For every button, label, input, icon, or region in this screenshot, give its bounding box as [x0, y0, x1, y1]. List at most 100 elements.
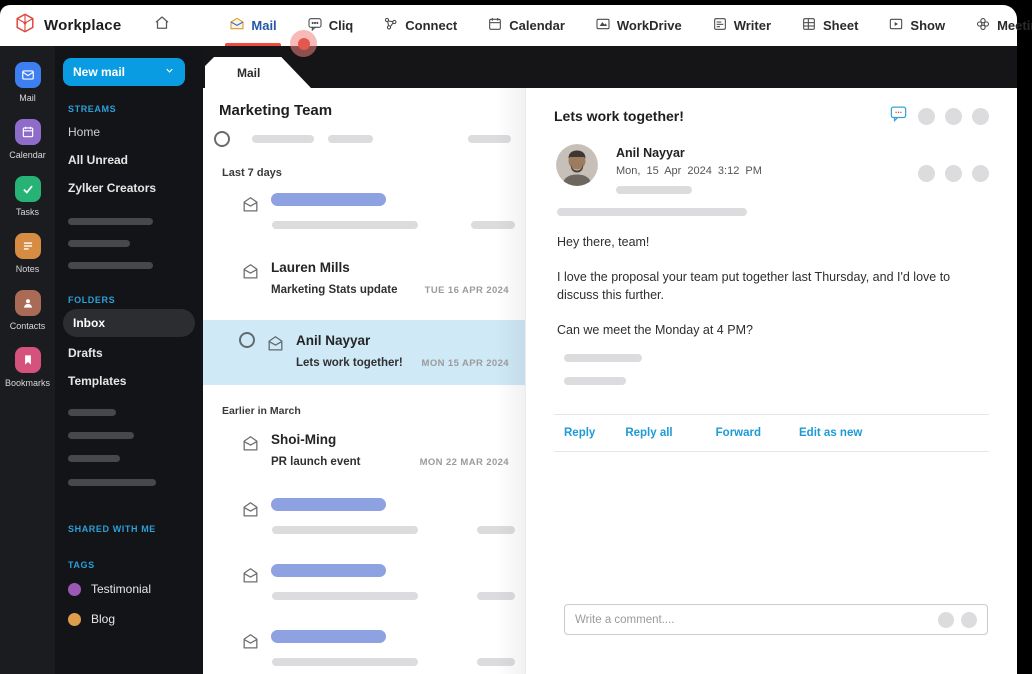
streams-section-title: STREAMS: [68, 104, 117, 114]
rail-item-notes[interactable]: Notes: [0, 233, 55, 274]
rail-calendar-icon: [14, 119, 41, 145]
mail-select-checkbox[interactable]: [239, 332, 255, 348]
reader-header: Lets work together!: [526, 88, 1017, 128]
stream-item-all-unread[interactable]: All Unread: [55, 146, 203, 174]
folder-item-inbox[interactable]: Inbox: [63, 309, 195, 337]
tag-color-dot: [68, 612, 81, 626]
mail-list-panel: Marketing Team Last 7 days Lauren Mills …: [203, 88, 525, 674]
envelope-open-icon: [241, 262, 260, 286]
action-placeholder-icon[interactable]: [918, 164, 935, 182]
home-button[interactable]: [153, 14, 171, 37]
top-navigation: Mail Cliq Connect Calendar WorkDrive Wri…: [225, 5, 1032, 46]
rail-item-mail[interactable]: Mail: [0, 62, 55, 103]
nav-show[interactable]: Show: [888, 5, 945, 46]
rail-contacts-label: Contacts: [9, 321, 46, 331]
folder-item-drafts[interactable]: Drafts: [55, 339, 203, 367]
rail-item-contacts[interactable]: Contacts: [0, 290, 55, 331]
tab-mail-label: Mail: [237, 65, 261, 80]
folders-section-title: FOLDERS: [68, 295, 116, 305]
mail-sender: Lauren Mills: [271, 260, 350, 275]
skeleton-bar: [68, 409, 116, 416]
mail-subject-title: Lets work together!: [554, 108, 684, 124]
mail-list-item-skeleton[interactable]: [203, 490, 525, 542]
mail-list-item-skeleton[interactable]: [203, 622, 525, 674]
nav-calendar[interactable]: Calendar: [487, 5, 565, 46]
mail-list-item-skeleton[interactable]: [203, 185, 525, 237]
nav-writer[interactable]: Writer: [712, 5, 771, 46]
tab-mail[interactable]: Mail: [205, 57, 311, 88]
app-window: Workplace Mail Cliq Connect Calendar Wor…: [0, 0, 1032, 674]
tags-section-title: TAGS: [68, 560, 95, 570]
action-placeholder-icon[interactable]: [918, 107, 935, 125]
rail-notes-label: Notes: [15, 264, 40, 274]
skeleton-sender: [271, 193, 386, 206]
skeleton-signature-bar: [564, 376, 626, 385]
skeleton-date: [471, 221, 515, 229]
mail-sender: Shoi-Ming: [271, 432, 337, 447]
reply-all-link[interactable]: Reply all: [625, 427, 672, 439]
reply-link[interactable]: Reply: [564, 427, 595, 439]
show-icon: [888, 16, 904, 35]
divider: [554, 450, 989, 452]
mail-date: MON 15 APR 2024: [421, 358, 509, 369]
skeleton-bar: [68, 432, 134, 439]
stream-item-zylker-creators[interactable]: Zylker Creators: [55, 174, 203, 202]
rail-tasks-label: Tasks: [15, 207, 39, 217]
action-placeholder-icon[interactable]: [945, 107, 962, 125]
stream-item-home[interactable]: Home: [55, 118, 203, 146]
mail-sender: Anil Nayyar: [296, 333, 371, 348]
envelope-open-icon: [241, 632, 260, 656]
rail-item-calendar[interactable]: Calendar: [0, 119, 55, 160]
rail-item-tasks[interactable]: Tasks: [0, 176, 55, 217]
skeleton-subject: [272, 526, 418, 534]
nav-connect[interactable]: Connect: [383, 5, 457, 46]
shared-section-title: SHARED WITH ME: [68, 524, 156, 534]
comment-action-icon[interactable]: [961, 611, 977, 628]
skeleton-bar: [68, 240, 130, 247]
mail-icon: [229, 16, 245, 35]
folder-item-templates[interactable]: Templates: [55, 367, 203, 395]
envelope-open-icon: [241, 566, 260, 590]
forward-link[interactable]: Forward: [716, 427, 761, 439]
mail-list-item-shoiming[interactable]: Shoi-Ming PR launch event MON 22 MAR 202…: [203, 423, 525, 478]
action-placeholder-icon[interactable]: [972, 107, 989, 125]
message-actions: [918, 152, 989, 194]
rail-contacts-icon: [14, 290, 41, 316]
list-toolbar-row: [214, 131, 525, 147]
sender-meta: Anil Nayyar Mon, 15 Apr 2024 3:12 PM: [616, 144, 762, 194]
rail-item-bookmarks[interactable]: Bookmarks: [0, 347, 55, 388]
nav-meeting[interactable]: Meeting: [975, 5, 1032, 46]
skeleton-bar: [468, 135, 511, 143]
tag-item-blog[interactable]: Blog: [55, 604, 203, 634]
nav-meeting-label: Meeting: [997, 18, 1032, 33]
cliq-onboarding-hotspot[interactable]: [290, 30, 317, 57]
nav-workdrive[interactable]: WorkDrive: [595, 5, 682, 46]
skeleton-date: [477, 592, 515, 600]
mail-list-item-anil[interactable]: Anil Nayyar Lets work together! MON 15 A…: [203, 320, 525, 385]
select-all-checkbox[interactable]: [214, 131, 230, 147]
action-placeholder-icon[interactable]: [945, 164, 962, 182]
skeleton-date: [477, 658, 515, 666]
edit-as-new-link[interactable]: Edit as new: [799, 427, 862, 439]
tag-item-testimonial[interactable]: Testimonial: [55, 574, 203, 604]
mail-list-item-lauren[interactable]: Lauren Mills Marketing Stats update TUE …: [203, 251, 525, 306]
action-placeholder-icon[interactable]: [972, 164, 989, 182]
nav-sheet[interactable]: Sheet: [801, 5, 858, 46]
comment-action-icon[interactable]: [938, 611, 954, 628]
rail-bookmarks-label: Bookmarks: [4, 378, 50, 388]
new-mail-button[interactable]: New mail: [63, 58, 185, 86]
comment-input[interactable]: [575, 613, 931, 626]
chevron-down-icon: [164, 65, 175, 79]
mail-date: MON 22 MAR 2024: [419, 457, 509, 468]
workplace-brand[interactable]: Workplace: [14, 12, 121, 39]
envelope-open-icon: [241, 195, 260, 219]
envelope-open-icon: [266, 334, 285, 358]
nav-active-underline: [225, 43, 281, 46]
mail-date: TUE 16 APR 2024: [424, 285, 509, 296]
nav-mail[interactable]: Mail: [225, 5, 281, 46]
mail-list-item-skeleton[interactable]: [203, 556, 525, 608]
reply-actions: Reply Reply all Forward Edit as new: [526, 415, 1017, 451]
comment-icon[interactable]: [889, 104, 908, 128]
mail-body: Hey there, team! I love the proposal you…: [529, 233, 1017, 340]
sender-avatar[interactable]: [556, 144, 598, 186]
